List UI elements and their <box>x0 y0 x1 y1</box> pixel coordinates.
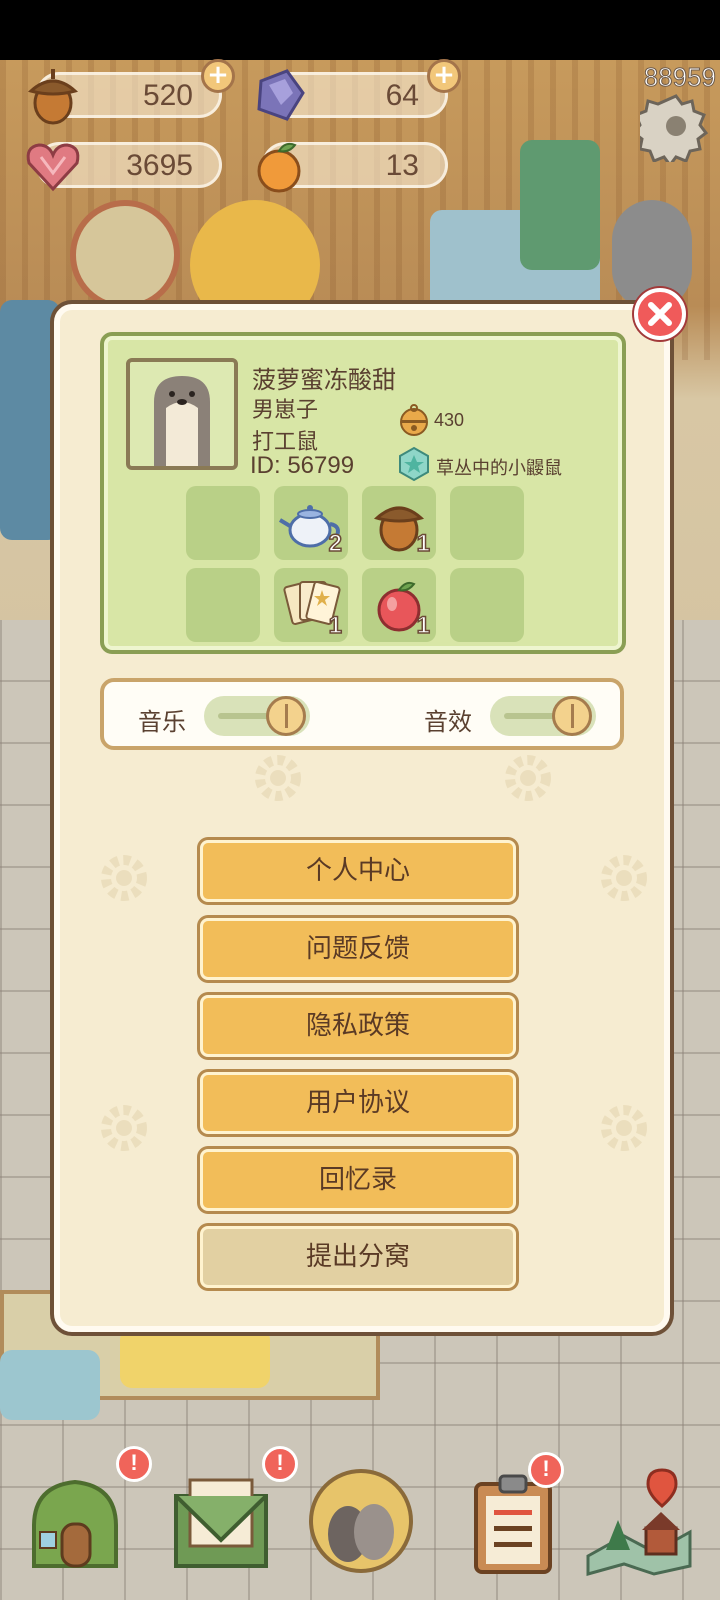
acorn-value: 520 <box>142 79 193 112</box>
music-toggle[interactable] <box>204 696 310 736</box>
avatar[interactable] <box>126 358 238 470</box>
top-counter: 88959 <box>643 62 716 93</box>
nav-tasks[interactable]: ! <box>458 1452 568 1576</box>
sfx-toggle[interactable] <box>490 696 596 736</box>
inventory-slot[interactable] <box>450 486 524 560</box>
toggle-knob[interactable] <box>266 696 306 736</box>
add-gem-button[interactable]: + <box>427 59 461 93</box>
leave-den-button[interactable]: 提出分窝 <box>200 1226 516 1288</box>
heart-value: 3695 <box>126 149 193 182</box>
mail-icon <box>174 1478 268 1568</box>
tetris-blocks <box>520 140 600 270</box>
personal-center-button[interactable]: 个人中心 <box>200 840 516 902</box>
notification-badge: ! <box>116 1446 152 1482</box>
status-bar <box>0 0 720 60</box>
house-icon <box>32 1479 118 1568</box>
notification-badge: ! <box>528 1452 564 1488</box>
bell-count: 430 <box>434 410 465 430</box>
bed <box>0 1350 100 1420</box>
nav-map[interactable] <box>584 1466 694 1576</box>
acorn-counter[interactable]: 520 + <box>27 59 235 125</box>
close-icon <box>648 302 672 326</box>
orange-value: 13 <box>385 149 419 182</box>
item-count: 1 <box>416 611 431 640</box>
gear-icon <box>601 855 647 901</box>
feedback-button[interactable]: 问题反馈 <box>200 918 516 980</box>
player-id: ID: 56799 <box>250 452 355 479</box>
heart-gem-icon <box>26 143 80 192</box>
inventory-slot[interactable] <box>450 568 524 642</box>
item-count: 2 <box>328 529 343 558</box>
music-label: 音乐 <box>138 708 186 736</box>
player-nickname: 菠萝蜜冻酸甜 <box>252 366 396 394</box>
inventory-slot[interactable]: 1 <box>274 568 348 642</box>
gear-icon <box>101 1105 147 1151</box>
dartboard-decor <box>70 200 180 310</box>
sfx-label: 音效 <box>424 708 472 736</box>
gear-icon <box>255 755 301 801</box>
nav-home[interactable]: ! <box>20 1446 152 1576</box>
orange-icon <box>257 142 301 193</box>
map-icon <box>586 1468 692 1576</box>
settings-dialog: 菠萝蜜冻酸甜 男崽子 打工鼠 ID: 56799 430 草丛中的小鼹鼠 2 1… <box>54 304 670 1332</box>
memoirs-button[interactable]: 回忆录 <box>200 1149 516 1211</box>
friends-icon <box>309 1469 413 1573</box>
sound-settings: 音乐 音效 <box>100 678 624 750</box>
gem-counter[interactable]: 64 + <box>257 59 461 121</box>
inventory-slot[interactable] <box>186 486 260 560</box>
blue-cabinet <box>0 300 60 540</box>
notification-badge: ! <box>262 1446 298 1482</box>
pillow <box>120 1328 270 1388</box>
player-title: 男崽子 <box>252 398 319 423</box>
inventory-slot[interactable] <box>186 568 260 642</box>
profile-card: 菠萝蜜冻酸甜 男崽子 打工鼠 ID: 56799 430 草丛中的小鼹鼠 2 1… <box>100 332 626 654</box>
item-count: 1 <box>416 529 431 558</box>
gear-icon <box>601 1105 647 1151</box>
add-acorn-button[interactable]: + <box>201 59 235 93</box>
gear-icon <box>505 755 551 801</box>
gear-icon[interactable] <box>640 90 712 162</box>
nav-mail[interactable]: ! <box>166 1446 298 1576</box>
otter-avatar-icon <box>154 376 210 466</box>
inventory-slot[interactable]: 1 <box>362 486 436 560</box>
acorn-icon <box>27 69 79 125</box>
inventory-slot[interactable]: 2 <box>274 486 348 560</box>
gem-value: 64 <box>385 79 419 112</box>
inventory-slot[interactable]: 1 <box>362 568 436 642</box>
badge-icon <box>399 446 429 482</box>
item-count: 1 <box>328 611 343 640</box>
badge-name: 草丛中的小鼹鼠 <box>436 458 562 479</box>
orange-counter[interactable]: 13 <box>257 142 448 193</box>
close-button[interactable] <box>634 288 686 340</box>
nav-friends[interactable] <box>306 1466 416 1576</box>
user-agreement-button[interactable]: 用户协议 <box>200 1072 516 1134</box>
heart-counter[interactable]: 3695 <box>26 142 222 192</box>
purple-gem-icon <box>257 69 305 121</box>
gear-icon <box>101 855 147 901</box>
privacy-policy-button[interactable]: 隐私政策 <box>200 995 516 1057</box>
toggle-knob[interactable] <box>552 696 592 736</box>
bell-icon <box>400 404 428 436</box>
